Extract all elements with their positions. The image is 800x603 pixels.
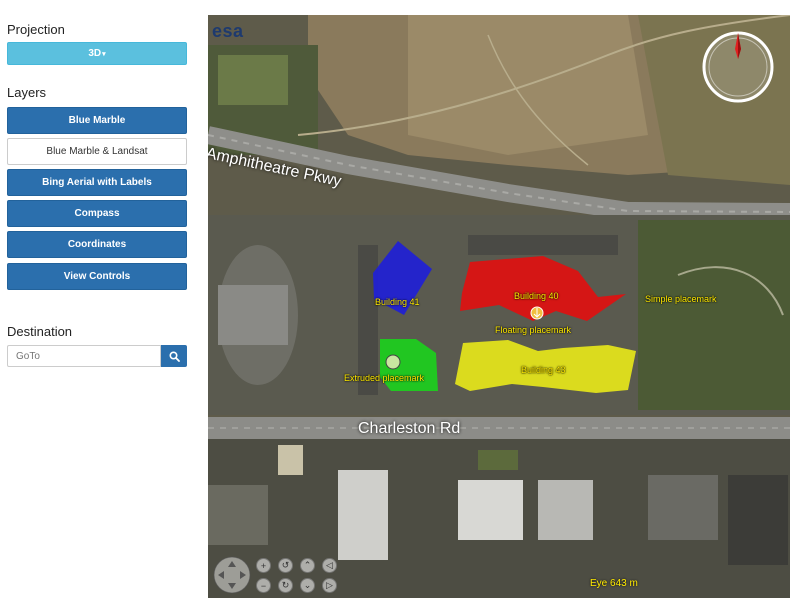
eye-label: Eye: [590, 578, 608, 589]
fov-wide-icon[interactable]: ◁: [322, 558, 337, 573]
destination-search: [7, 345, 187, 367]
tilt-down-icon[interactable]: ⌄: [300, 578, 315, 593]
projection-title: Projection: [7, 22, 65, 37]
projection-value: 3D: [88, 48, 102, 59]
projection-dropdown[interactable]: 3D ▾: [7, 42, 187, 65]
search-icon: [168, 350, 180, 362]
sidebar: Projection 3D ▾ Layers Blue Marble Blue …: [0, 0, 200, 603]
placemark-label-building-43: Building 43: [521, 365, 566, 375]
search-button[interactable]: [161, 345, 187, 367]
zoom-out-icon[interactable]: −: [256, 578, 271, 593]
heading-left-icon[interactable]: ↺: [278, 558, 293, 573]
globe-map-canvas[interactable]: esa Amphitheatre Pkwy Charleston Rd Buil…: [208, 15, 790, 598]
placemark-label-building-40: Building 40: [514, 291, 559, 301]
placemark-label-floating: Floating placemark: [495, 325, 572, 335]
layer-bing-aerial-button[interactable]: Bing Aerial with Labels: [7, 169, 187, 196]
road-label-charleston: Charleston Rd: [358, 420, 461, 437]
heading-right-icon[interactable]: ↻: [278, 578, 293, 593]
caret-down-icon: ▾: [102, 50, 106, 58]
destination-input[interactable]: [7, 345, 161, 367]
pan-control-icon[interactable]: [212, 555, 252, 595]
tilt-up-icon[interactable]: ⌃: [300, 558, 315, 573]
layer-compass-button[interactable]: Compass: [7, 200, 187, 227]
layer-blue-marble-button[interactable]: Blue Marble: [7, 107, 187, 134]
layer-view-controls-button[interactable]: View Controls: [7, 263, 187, 290]
layer-blue-marble-landsat-button[interactable]: Blue Marble & Landsat: [7, 138, 187, 165]
placemark-label-building-41: Building 41: [375, 297, 420, 307]
zoom-in-icon[interactable]: +: [256, 558, 271, 573]
placemark-label-simple: Simple placemark: [645, 294, 717, 304]
fov-narrow-icon[interactable]: ▷: [322, 578, 337, 593]
layers-title: Layers: [7, 85, 47, 100]
eye-value: 643 m: [610, 578, 638, 589]
destination-title: Destination: [7, 324, 73, 339]
compass-icon[interactable]: [700, 29, 776, 105]
eye-altitude-readout: Eye 643 m: [590, 578, 638, 589]
esa-logo: esa: [212, 21, 244, 41]
extruded-placemark-icon[interactable]: [385, 354, 401, 370]
layer-coordinates-button[interactable]: Coordinates: [7, 231, 187, 258]
placemark-label-extruded: Extruded placemark: [344, 373, 425, 383]
